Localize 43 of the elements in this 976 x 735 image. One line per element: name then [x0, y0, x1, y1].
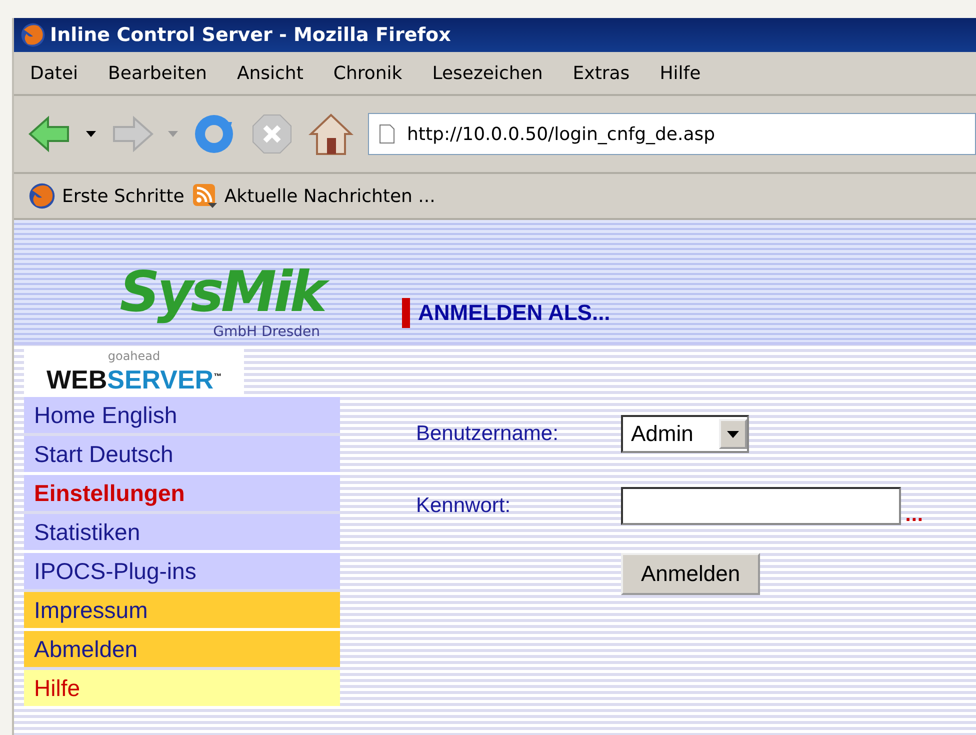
sidebar-item[interactable]: Einstellungen	[24, 475, 340, 511]
logo-text: SysMik	[120, 262, 330, 324]
firefox-icon	[20, 22, 46, 48]
bookmark-link[interactable]: Aktuelle Nachrichten ...	[192, 183, 436, 209]
feed-icon	[192, 183, 218, 209]
sidebar-item[interactable]: Abmelden	[24, 631, 340, 667]
sidebar-item[interactable]: Impressum	[24, 592, 340, 628]
logo-wordmark: WEBSERVER$^{™}$	[46, 364, 222, 394]
menu-item[interactable]: Lesezeichen	[432, 62, 543, 84]
heading-marker	[402, 298, 410, 328]
reload-icon[interactable]	[192, 112, 236, 156]
forward-icon[interactable]	[110, 114, 154, 154]
required-mark: ...	[905, 506, 924, 525]
menu-item[interactable]: Datei	[30, 62, 78, 84]
dropdown-icon	[727, 430, 739, 438]
stop-icon[interactable]	[250, 112, 294, 156]
window-title: Inline Control Server - Mozilla Firefox	[50, 24, 451, 46]
menu-item[interactable]: Chronik	[333, 62, 402, 84]
sidebar-item[interactable]: Start Deutsch	[24, 436, 340, 472]
menu-item[interactable]: Bearbeiten	[108, 62, 207, 84]
sidebar-item[interactable]: IPOCS-Plug-ins	[24, 553, 340, 589]
login-button[interactable]: Anmelden	[621, 553, 760, 595]
page-icon	[379, 124, 395, 144]
bookmark-link[interactable]: Erste Schritte	[28, 182, 184, 210]
sidebar-item[interactable]: Hilfe	[24, 670, 340, 706]
username-label: Benutzername:	[416, 422, 560, 446]
page-heading: ANMELDEN ALS...	[418, 300, 610, 326]
firefox-icon	[28, 182, 56, 210]
menu-item[interactable]: Hilfe	[660, 62, 701, 84]
sidebar-item[interactable]: Home English	[24, 397, 340, 433]
home-icon[interactable]	[308, 112, 354, 156]
address-bar[interactable]: http://10.0.0.50/login_cnfg_de.asp	[368, 113, 976, 155]
url-text: http://10.0.0.50/login_cnfg_de.asp	[407, 124, 716, 144]
password-label: Kennwort:	[416, 494, 512, 518]
back-icon[interactable]	[28, 114, 72, 154]
password-field[interactable]	[621, 487, 901, 525]
menu-item[interactable]: Extras	[572, 62, 630, 84]
logo-subtitle: GmbH Dresden	[213, 324, 320, 340]
username-select[interactable]: Admin	[621, 415, 749, 453]
dropdown-icon[interactable]	[86, 131, 96, 137]
logo-tagline: goahead	[108, 349, 160, 363]
sidebar-item[interactable]: Statistiken	[24, 514, 340, 550]
menu-item[interactable]: Ansicht	[236, 62, 304, 84]
